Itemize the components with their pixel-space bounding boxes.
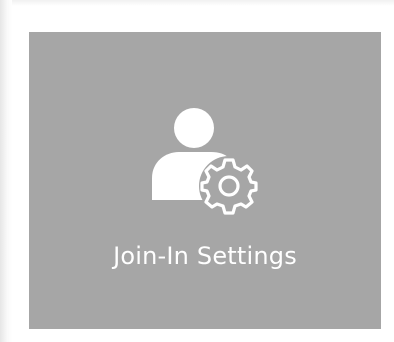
top-edge-shadow: [0, 0, 394, 6]
user-settings-icon: [149, 106, 261, 216]
tile-label: Join-In Settings: [113, 242, 297, 270]
left-edge-shadow: [0, 0, 12, 342]
join-in-settings-tile[interactable]: Join-In Settings: [29, 32, 381, 329]
page: Join-In Settings: [0, 0, 394, 342]
